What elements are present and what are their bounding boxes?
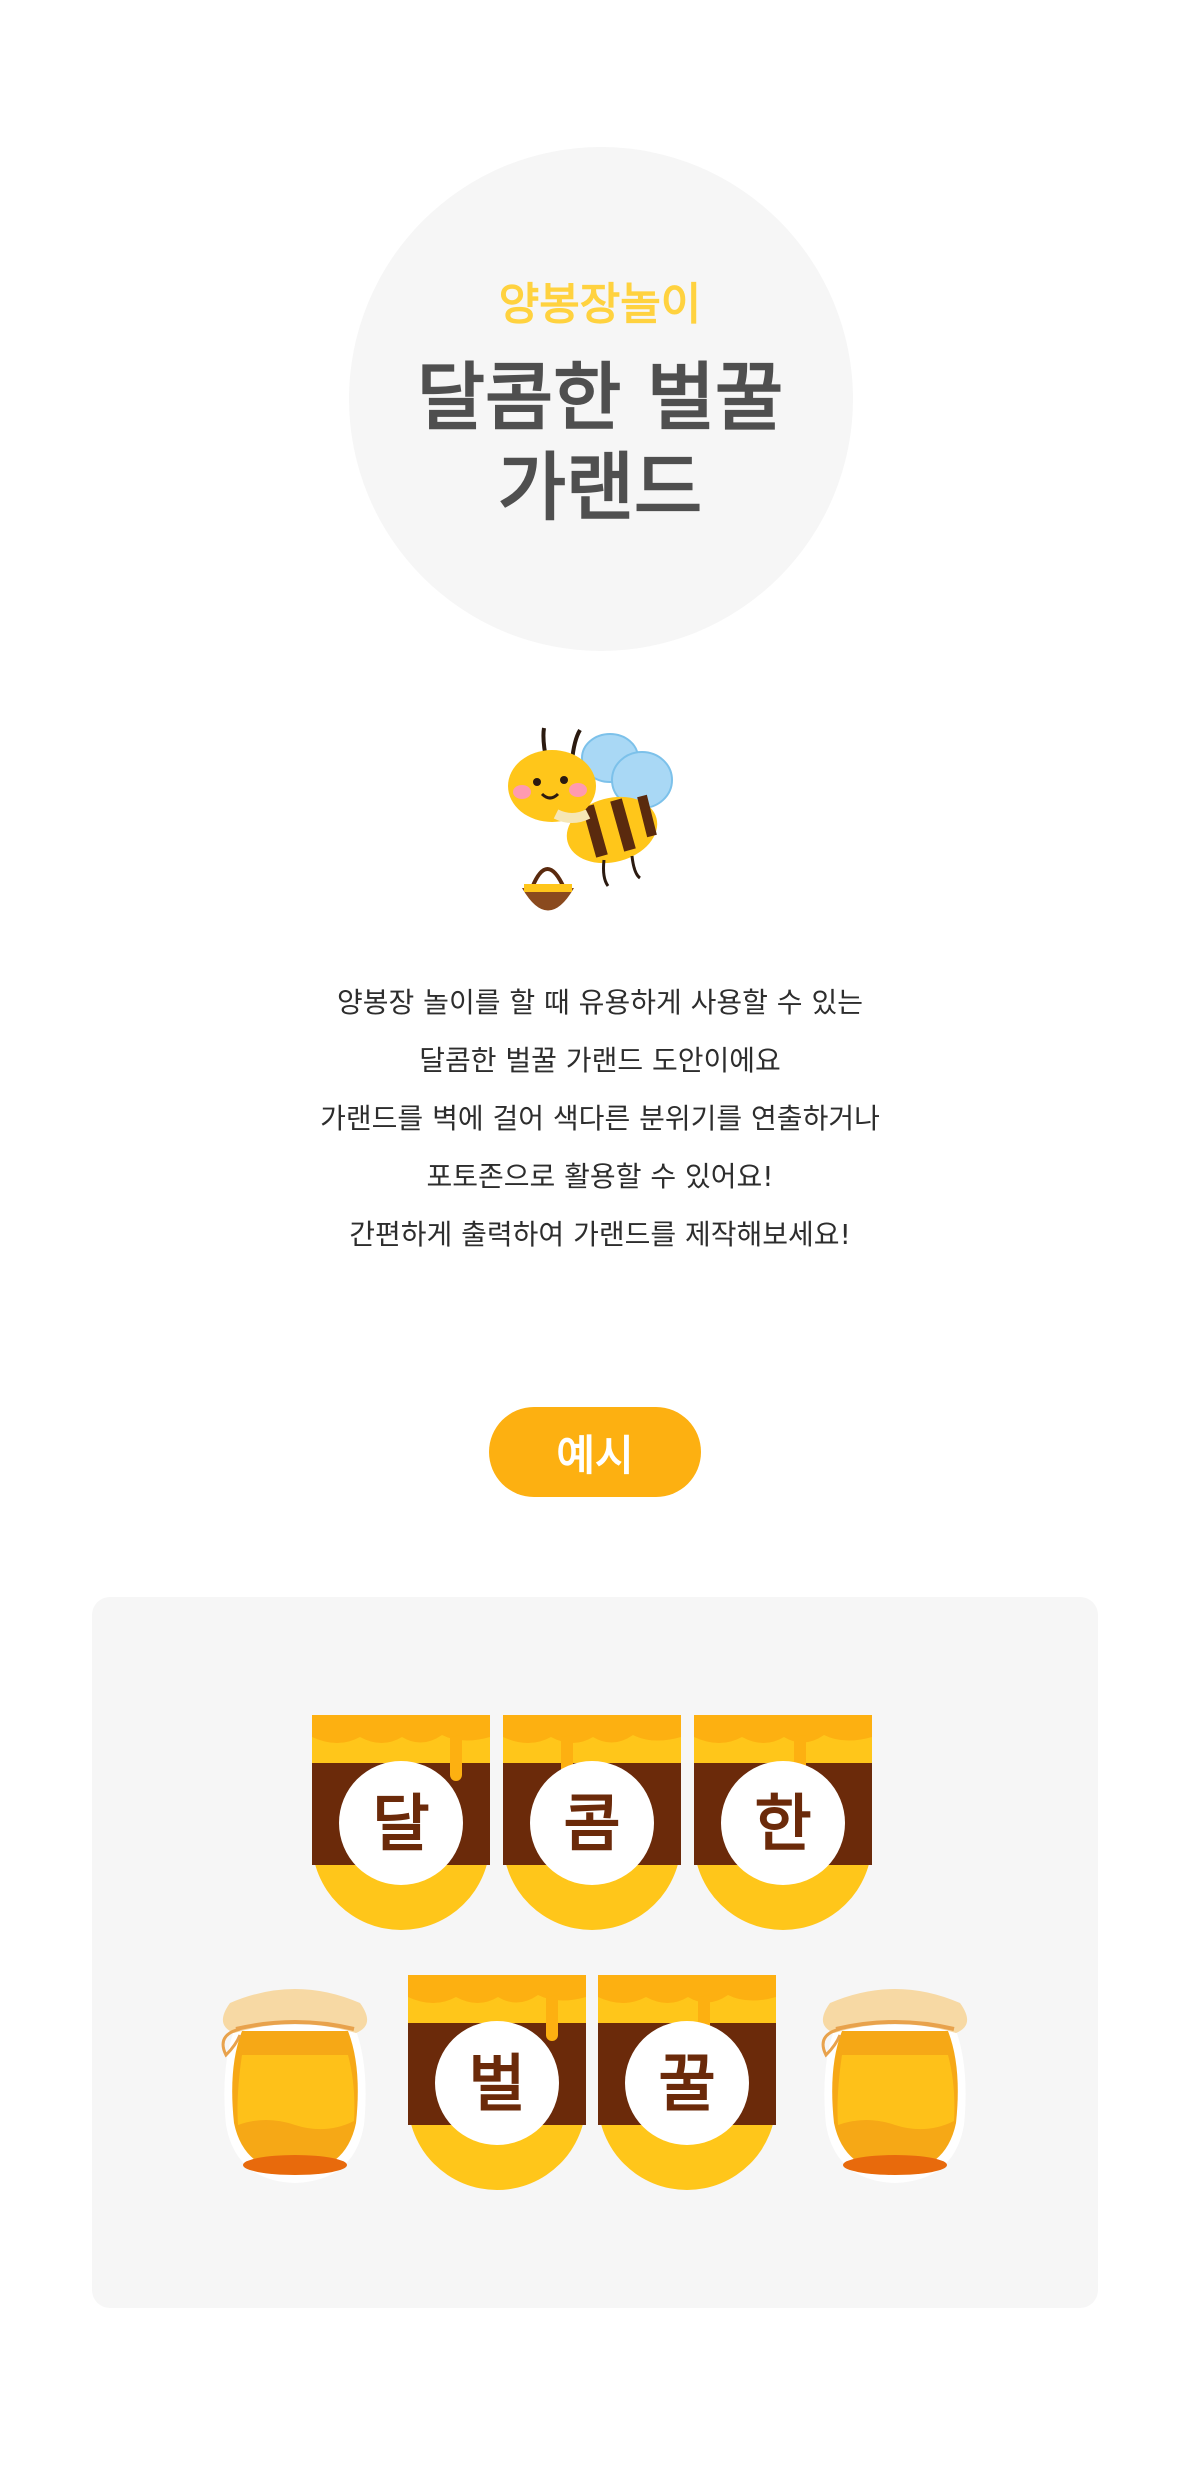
example-badge: 예시 <box>489 1407 701 1497</box>
pennant-4: 벌 <box>408 1975 586 2190</box>
description-line: 포토존으로 활용할 수 있어요! <box>426 1160 774 1193</box>
example-panel <box>92 1597 1098 2308</box>
pennant-2: 콤 <box>503 1715 681 1930</box>
pennant-3: 한 <box>694 1715 872 1930</box>
description-line: 간편하게 출력하여 가랜드를 제작해보세요! <box>349 1218 851 1251</box>
honey-jar-icon <box>221 1989 368 2183</box>
pennant-letter: 꿀 <box>658 2047 715 2120</box>
description-line: 가랜드를 벽에 걸어 색다른 분위기를 연출하거나 <box>320 1102 880 1135</box>
pennant-letter: 한 <box>754 1787 811 1860</box>
description-line: 달콤한 벌꿀 가랜드 도안이에요 <box>419 1044 781 1077</box>
hero-eyebrow: 양봉장놀이 <box>498 279 702 330</box>
bee-icon <box>508 727 673 911</box>
pennant-1: 달 <box>312 1715 490 1930</box>
pennant-letter: 달 <box>372 1787 429 1860</box>
title-line-2: 가랜드 <box>497 445 703 531</box>
pennant-letter: 벌 <box>468 2047 525 2120</box>
honey-jar-icon <box>821 1989 968 2183</box>
page-title: 달콤한 벌꿀 가랜드 <box>0 353 1200 533</box>
pennant-5: 꿀 <box>598 1975 776 2190</box>
title-line-1: 달콤한 벌꿀 <box>416 355 784 441</box>
description-line: 양봉장 놀이를 할 때 유용하게 사용할 수 있는 <box>337 986 863 1019</box>
description: 양봉장 놀이를 할 때 유용하게 사용할 수 있는 달콤한 벌꿀 가랜드 도안이… <box>0 974 1200 1264</box>
pennant-letter: 콤 <box>563 1787 620 1860</box>
